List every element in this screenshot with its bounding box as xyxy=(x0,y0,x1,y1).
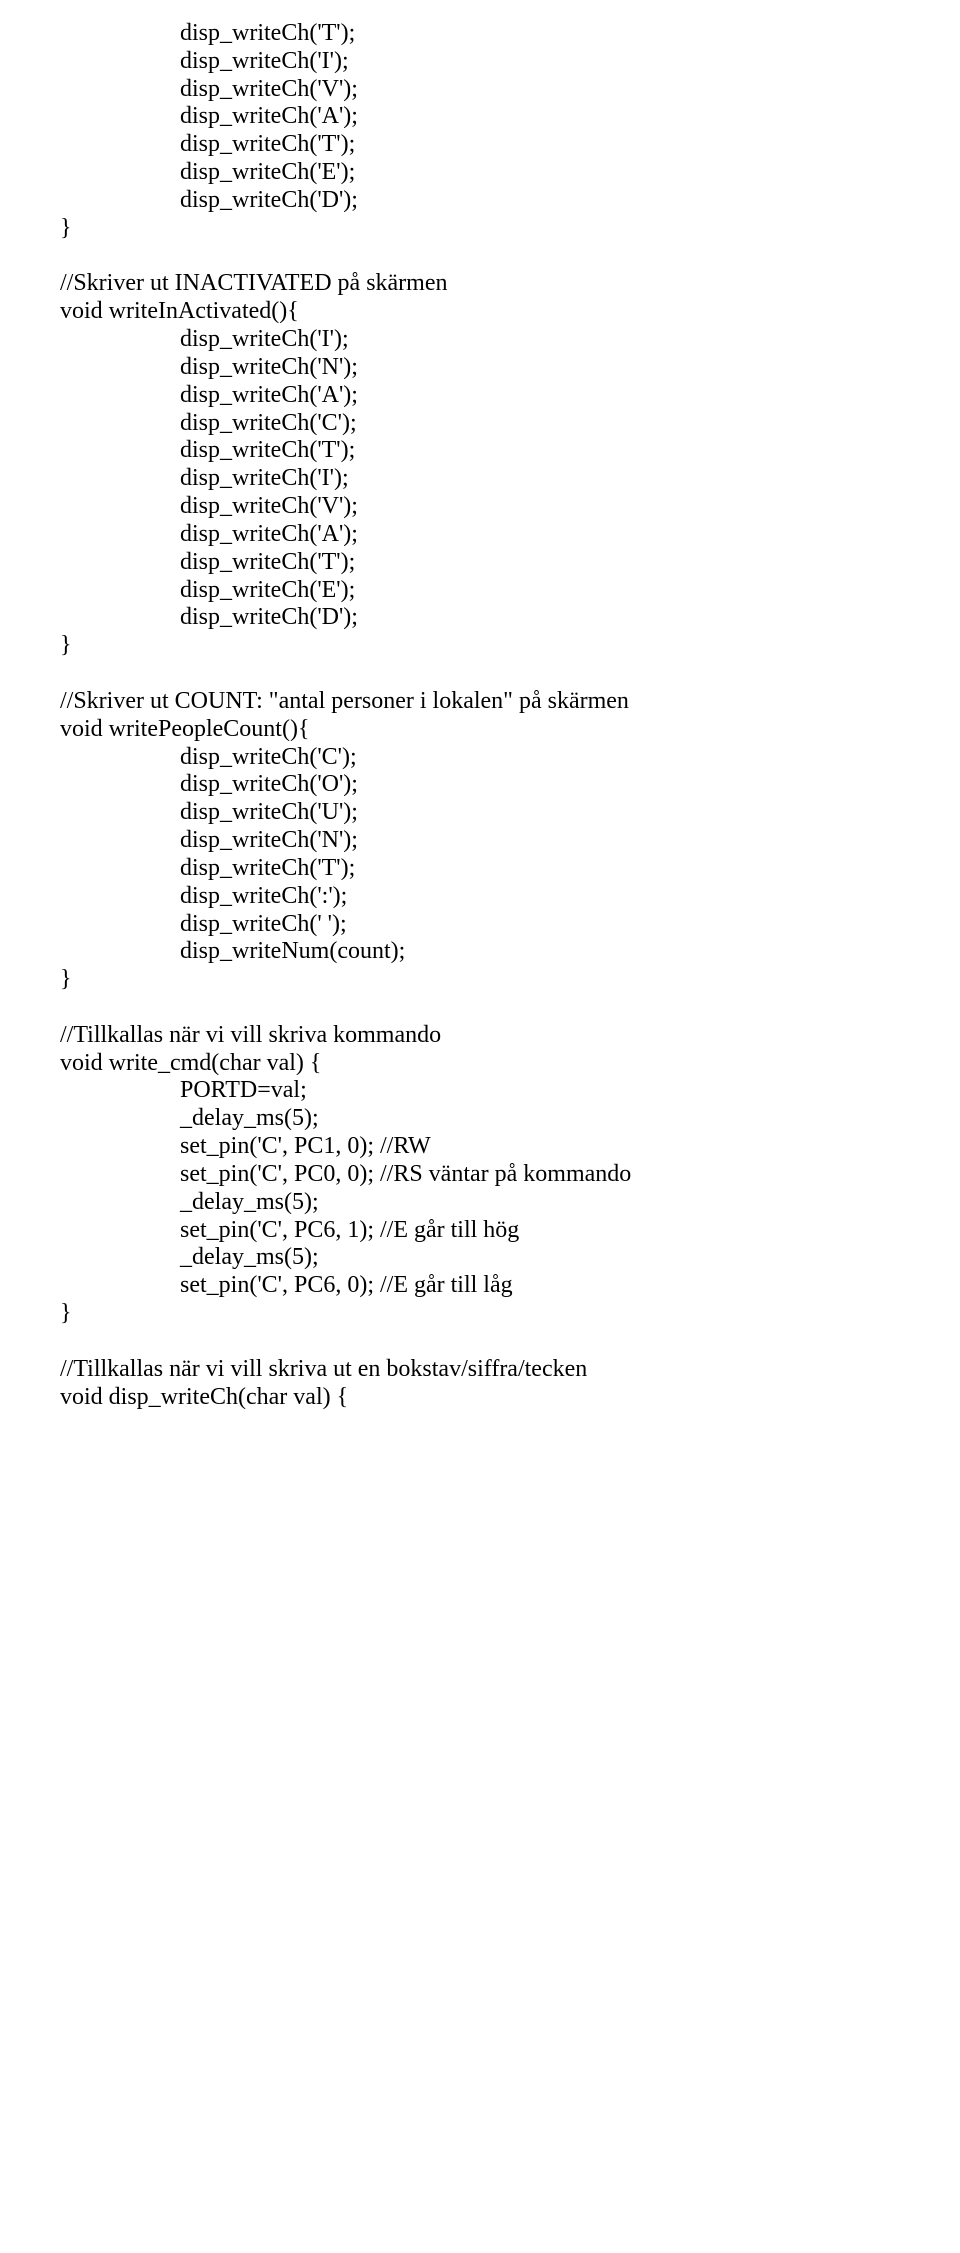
code-line: disp_writeCh('I'); xyxy=(60,465,900,493)
code-line: } xyxy=(60,632,900,660)
code-line xyxy=(60,660,900,688)
code-line: set_pin('C', PC6, 1); //E går till hög xyxy=(60,1217,900,1245)
code-line: _delay_ms(5); xyxy=(60,1244,900,1272)
code-line: disp_writeCh('A'); xyxy=(60,382,900,410)
code-line xyxy=(60,1328,900,1356)
code-listing: disp_writeCh('T');disp_writeCh('I');disp… xyxy=(60,20,900,1411)
code-line: disp_writeNum(count); xyxy=(60,938,900,966)
code-line: disp_writeCh('A'); xyxy=(60,103,900,131)
code-line: void disp_writeCh(char val) { xyxy=(60,1384,900,1412)
code-line: disp_writeCh('I'); xyxy=(60,326,900,354)
code-line: //Skriver ut COUNT: "antal personer i lo… xyxy=(60,688,900,716)
code-line: set_pin('C', PC0, 0); //RS väntar på kom… xyxy=(60,1161,900,1189)
code-line xyxy=(60,243,900,271)
code-line: disp_writeCh(' '); xyxy=(60,911,900,939)
code-line: disp_writeCh('U'); xyxy=(60,799,900,827)
code-line: disp_writeCh('T'); xyxy=(60,549,900,577)
code-line: disp_writeCh('E'); xyxy=(60,577,900,605)
code-line: disp_writeCh('V'); xyxy=(60,493,900,521)
code-line: } xyxy=(60,215,900,243)
code-line: void write_cmd(char val) { xyxy=(60,1050,900,1078)
code-line: } xyxy=(60,1300,900,1328)
code-line: disp_writeCh('N'); xyxy=(60,354,900,382)
code-line: disp_writeCh('E'); xyxy=(60,159,900,187)
code-line: set_pin('C', PC1, 0); //RW xyxy=(60,1133,900,1161)
code-line: _delay_ms(5); xyxy=(60,1105,900,1133)
code-line: _delay_ms(5); xyxy=(60,1189,900,1217)
code-line: void writePeopleCount(){ xyxy=(60,716,900,744)
code-line: disp_writeCh('I'); xyxy=(60,48,900,76)
code-line: disp_writeCh('O'); xyxy=(60,771,900,799)
code-line: disp_writeCh('A'); xyxy=(60,521,900,549)
code-line: disp_writeCh('C'); xyxy=(60,744,900,772)
code-line: //Tillkallas när vi vill skriva ut en bo… xyxy=(60,1356,900,1384)
code-line: disp_writeCh('C'); xyxy=(60,410,900,438)
code-line: disp_writeCh('T'); xyxy=(60,855,900,883)
code-line: } xyxy=(60,966,900,994)
code-line: disp_writeCh('T'); xyxy=(60,131,900,159)
code-line: disp_writeCh('T'); xyxy=(60,20,900,48)
code-line: //Skriver ut INACTIVATED på skärmen xyxy=(60,270,900,298)
code-line: //Tillkallas när vi vill skriva kommando xyxy=(60,1022,900,1050)
code-line: disp_writeCh('D'); xyxy=(60,604,900,632)
code-line: void writeInActivated(){ xyxy=(60,298,900,326)
code-line: disp_writeCh('V'); xyxy=(60,76,900,104)
code-line: set_pin('C', PC6, 0); //E går till låg xyxy=(60,1272,900,1300)
code-line: disp_writeCh(':'); xyxy=(60,883,900,911)
code-line: disp_writeCh('D'); xyxy=(60,187,900,215)
code-line: PORTD=val; xyxy=(60,1077,900,1105)
code-line xyxy=(60,994,900,1022)
code-line: disp_writeCh('T'); xyxy=(60,437,900,465)
code-line: disp_writeCh('N'); xyxy=(60,827,900,855)
